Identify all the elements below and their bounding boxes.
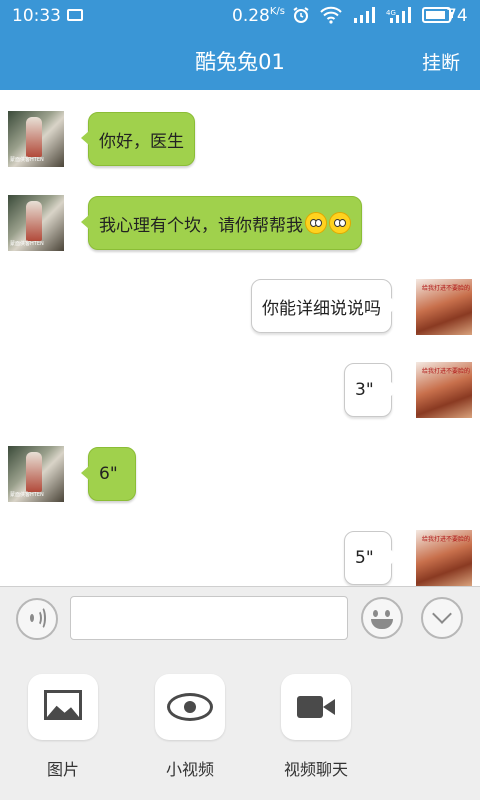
voice-toggle-button[interactable] <box>16 598 58 640</box>
message-text: 你好，医生 <box>99 131 184 152</box>
signal-icon: 4G <box>386 7 411 23</box>
page-title: 酷兔兔01 <box>195 50 285 74</box>
avatar[interactable]: 给我打进不要脸的 <box>416 279 472 335</box>
status-bar: 10:33 0.28K/s 4G 74 <box>0 0 480 32</box>
voice-duration: 5" <box>355 548 374 568</box>
voice-duration: 6" <box>99 464 118 484</box>
battery-level: 74 <box>446 6 468 26</box>
tool-label: 小视频 <box>165 760 214 779</box>
header-bar: 酷兔兔01 挂断 <box>0 32 480 90</box>
svg-text:4G: 4G <box>386 9 396 17</box>
input-bar <box>0 586 480 652</box>
avatar[interactable]: 蒙面侠客HTEN <box>8 195 64 251</box>
tool-picture-box[interactable] <box>28 674 98 740</box>
message-bubble[interactable]: 你能详细说说吗 <box>251 279 399 333</box>
status-time: 10:33 <box>12 6 61 26</box>
net-speed: 0.28K/s <box>232 6 285 26</box>
tool-video-chat-box[interactable] <box>281 674 351 740</box>
hangup-button[interactable]: 挂断 <box>422 48 460 75</box>
picture-icon <box>44 690 82 720</box>
voice-message-bubble[interactable]: 6" <box>81 447 136 501</box>
tool-short-video-box[interactable] <box>155 674 225 740</box>
signal-icon <box>354 7 375 23</box>
emoji-button[interactable] <box>361 597 403 639</box>
message-text: 你能详细说说吗 <box>262 298 381 319</box>
avatar[interactable]: 蒙面侠客HTEN <box>8 446 64 502</box>
tool-video-chat[interactable]: 视频聊天 <box>266 674 366 780</box>
tool-picture[interactable]: 图片 <box>13 674 113 780</box>
more-options-button[interactable] <box>421 597 463 639</box>
net-speed-unit: K/s <box>269 6 285 17</box>
emoji-icon <box>329 212 351 234</box>
chevron-down-icon <box>432 604 452 624</box>
voice-message-bubble[interactable]: 5" <box>344 531 399 585</box>
wifi-icon <box>320 6 342 24</box>
avatar[interactable]: 给我打进不要脸的 <box>416 362 472 418</box>
message-bubble[interactable]: 我心理有个坎，请你帮帮我 <box>81 196 362 250</box>
alarm-icon <box>293 7 309 23</box>
voice-duration: 3" <box>355 380 374 400</box>
status-icons: 4G <box>292 6 454 24</box>
avatar[interactable]: 蒙面侠客HTEN <box>8 111 64 167</box>
tool-label: 视频聊天 <box>283 760 348 779</box>
chat-list[interactable]: 蒙面侠客HTEN 你好，医生 蒙面侠客HTEN 我心理有个坎，请你帮帮我 给我打… <box>0 90 480 586</box>
video-camera-icon <box>297 696 335 718</box>
net-speed-value: 0.28 <box>232 6 270 26</box>
message-bubble[interactable]: 你好，医生 <box>81 112 195 166</box>
eye-icon <box>167 693 213 721</box>
tool-label: 图片 <box>46 760 79 779</box>
avatar[interactable]: 给我打进不要脸的 <box>416 530 472 586</box>
emoji-icon <box>305 212 327 234</box>
message-input[interactable] <box>70 596 348 640</box>
image-icon <box>67 9 83 21</box>
message-text: 我心理有个坎，请你帮帮我 <box>99 215 303 236</box>
voice-message-bubble[interactable]: 3" <box>344 363 399 417</box>
tool-short-video[interactable]: 小视频 <box>140 674 240 780</box>
tools-panel: 图片 小视频 视频聊天 <box>0 652 480 800</box>
